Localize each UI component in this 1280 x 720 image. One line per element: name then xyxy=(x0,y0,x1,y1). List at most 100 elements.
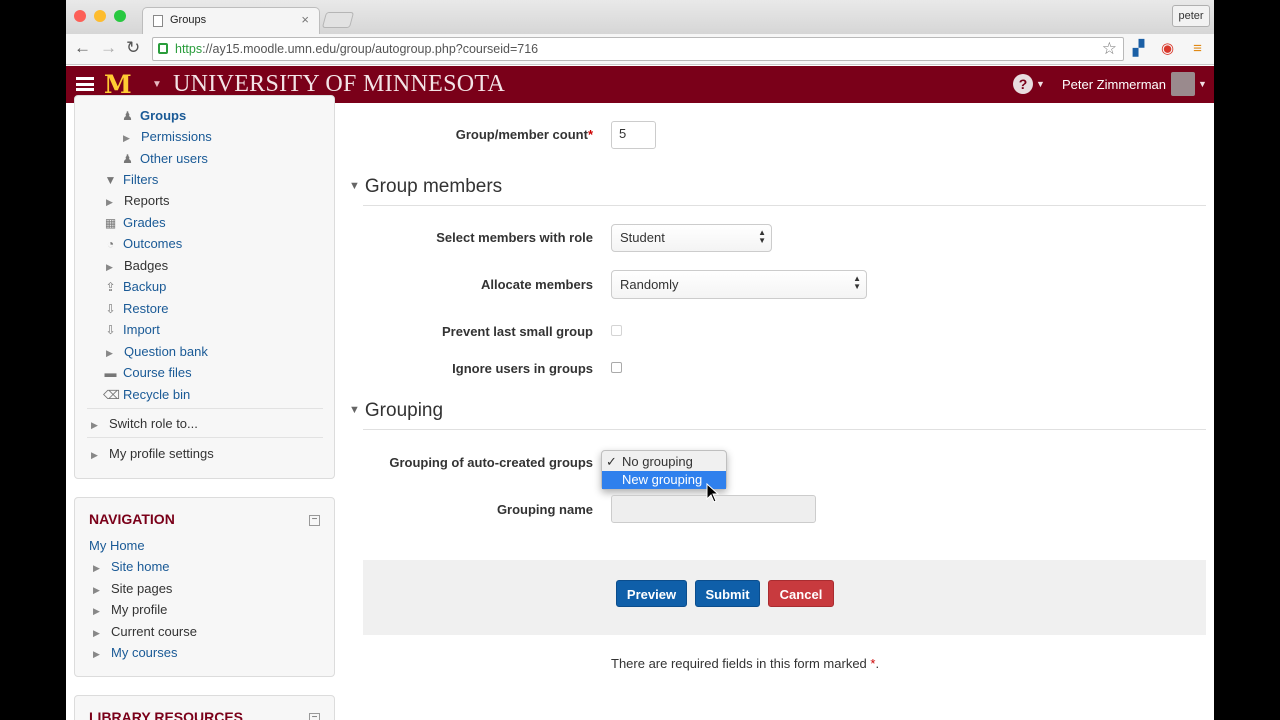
sidebar-item-course-files[interactable]: ▬ Course files xyxy=(103,363,192,383)
grades-icon: ▦ xyxy=(104,216,117,230)
divider xyxy=(87,408,323,409)
import-icon: ⇩ xyxy=(105,323,116,337)
library-resources-block: LIBRARY RESOURCES − xyxy=(74,695,335,720)
nav-site-home[interactable]: ▶ Site home xyxy=(93,557,170,577)
extension-icon[interactable]: ▞ xyxy=(1130,40,1147,57)
new-tab-button[interactable] xyxy=(321,12,355,28)
expand-arrow-icon: ▶ xyxy=(93,649,100,659)
divider xyxy=(87,437,323,438)
administration-block: ♟ Groups ▶ Permissions ♟ Other users ▼ Filte… xyxy=(74,95,335,479)
university-wordmark[interactable]: UNIVERSITY OF MINNESOTA xyxy=(173,71,505,98)
divider xyxy=(363,429,1206,430)
profile-button[interactable]: peter xyxy=(1172,5,1210,27)
user-menu-chevron-icon[interactable]: ▼ xyxy=(1198,79,1207,89)
bookmark-star-icon[interactable]: ☆ xyxy=(1102,39,1117,59)
allocate-members-select[interactable]: Randomly ▲ ▼ xyxy=(611,270,867,299)
nav-site-pages[interactable]: ▶ Site pages xyxy=(93,579,172,599)
user-icon: ♟ xyxy=(122,152,133,166)
tab-bar: Groups × peter xyxy=(66,0,1214,34)
folder-icon: ▬ xyxy=(104,366,117,380)
sidebar-item-restore[interactable]: ⇩ Restore xyxy=(103,299,168,319)
opera-extension-icon[interactable]: ◉ xyxy=(1159,40,1176,57)
sidebar-item-backup[interactable]: ⇪ Backup xyxy=(103,277,166,297)
sidebar-item-recycle-bin[interactable]: ⌫ Recycle bin xyxy=(103,385,190,405)
sidebar-item-permissions[interactable]: ▶ Permissions xyxy=(123,127,212,147)
expand-arrow-icon: ▶ xyxy=(93,585,100,595)
chevron-down-icon[interactable]: ▼ xyxy=(152,79,162,90)
expand-arrow-icon: ▶ xyxy=(93,628,100,638)
address-bar[interactable]: https://ay15.moodle.umn.edu/group/autogr… xyxy=(152,37,1124,61)
hamburger-menu-icon[interactable] xyxy=(76,77,94,91)
expand-arrow-icon: ▶ xyxy=(106,262,113,272)
mouse-cursor-icon xyxy=(706,483,720,503)
grouping-auto-label: Grouping of auto-created groups xyxy=(389,455,593,470)
option-no-grouping[interactable]: ✓ No grouping xyxy=(602,453,726,471)
section-grouping[interactable]: ▼ Grouping xyxy=(349,400,443,422)
expand-arrow-icon: ▶ xyxy=(123,133,130,143)
expand-arrow-icon: ▶ xyxy=(91,420,98,430)
nav-my-profile[interactable]: ▶ My profile xyxy=(93,600,167,620)
help-chevron-icon[interactable]: ▼ xyxy=(1036,79,1045,89)
url-text: https://ay15.moodle.umn.edu/group/autogr… xyxy=(175,42,539,56)
sidebar-item-badges[interactable]: ▶ Badges xyxy=(106,256,168,276)
select-role-label: Select members with role xyxy=(436,230,593,245)
navigation-block: NAVIGATION − My Home ▶ Site home ▶ Site pa… xyxy=(74,497,335,677)
backup-icon: ⇪ xyxy=(105,280,116,294)
section-group-members[interactable]: ▼ Group members xyxy=(349,176,502,198)
forward-icon[interactable]: → xyxy=(100,38,117,58)
divider xyxy=(363,205,1206,206)
sidebar-item-profile-settings[interactable]: ▶ My profile settings xyxy=(91,444,214,464)
collapse-block-icon[interactable]: − xyxy=(309,713,320,720)
expand-arrow-icon: ▶ xyxy=(93,563,100,573)
nav-current-course[interactable]: ▶ Current course xyxy=(93,622,197,642)
screen-border-left xyxy=(0,0,66,720)
prevent-small-group-label: Prevent last small group xyxy=(442,324,593,339)
expand-arrow-icon: ▶ xyxy=(93,606,100,616)
expand-arrow-icon: ▶ xyxy=(106,197,113,207)
sidebar-item-reports[interactable]: ▶ Reports xyxy=(106,191,170,211)
outcomes-icon: ◔ xyxy=(106,237,115,251)
ignore-users-checkbox[interactable] xyxy=(611,362,622,373)
browser-toolbar: ← → ↻ https://ay15.moodle.umn.edu/group/… xyxy=(66,34,1214,65)
sidebar-item-outcomes[interactable]: ◔ Outcomes xyxy=(103,234,182,254)
tab-groups[interactable]: Groups × xyxy=(142,7,320,34)
nav-my-courses[interactable]: ▶ My courses xyxy=(93,643,177,663)
tab-close-icon[interactable]: × xyxy=(301,12,309,27)
browser-window: Groups × peter ← → ↻ https://ay15.moodle… xyxy=(66,0,1214,720)
zoom-window-button[interactable] xyxy=(114,10,126,22)
close-window-button[interactable] xyxy=(74,10,86,22)
avatar[interactable] xyxy=(1171,72,1195,96)
help-icon[interactable]: ? xyxy=(1013,74,1033,94)
cancel-button[interactable]: Cancel xyxy=(768,580,834,607)
collapse-section-icon: ▼ xyxy=(349,180,360,192)
sidebar-item-groups[interactable]: ♟ Groups xyxy=(120,106,186,126)
select-arrows-icon: ▲ ▼ xyxy=(853,274,861,291)
user-name[interactable]: Peter Zimmerman xyxy=(1062,77,1166,92)
preview-button[interactable]: Preview xyxy=(616,580,687,607)
page-content: ♟ Groups ▶ Permissions ♟ Other users ▼ Filte… xyxy=(66,95,1214,720)
recycle-icon: ⌫ xyxy=(103,388,120,402)
page-icon xyxy=(153,15,163,27)
sidebar-item-grades[interactable]: ▦ Grades xyxy=(103,213,166,233)
expand-arrow-icon: ▶ xyxy=(91,450,98,460)
nav-my-home[interactable]: My Home xyxy=(89,536,145,556)
prevent-small-group-checkbox[interactable] xyxy=(611,325,622,336)
sidebar-item-filters[interactable]: ▼ Filters xyxy=(103,170,159,190)
grouping-name-label: Grouping name xyxy=(496,502,593,517)
menu-icon[interactable]: ≡ xyxy=(1189,40,1206,57)
sidebar-item-question-bank[interactable]: ▶ Question bank xyxy=(106,342,208,362)
role-select[interactable]: Student ▲ ▼ xyxy=(611,224,772,252)
collapse-block-icon[interactable]: − xyxy=(309,515,320,526)
minimize-window-button[interactable] xyxy=(94,10,106,22)
checkmark-icon: ✓ xyxy=(606,454,617,469)
reload-icon[interactable]: ↻ xyxy=(126,38,140,58)
sidebar-item-import[interactable]: ⇩ Import xyxy=(103,320,159,340)
submit-button[interactable]: Submit xyxy=(695,580,760,607)
sidebar-item-switch-role[interactable]: ▶ Switch role to... xyxy=(91,414,198,434)
library-resources-title: LIBRARY RESOURCES xyxy=(89,709,244,720)
sidebar-item-other-users[interactable]: ♟ Other users xyxy=(120,149,208,169)
group-member-count-input[interactable]: 5 xyxy=(611,121,656,149)
select-arrows-icon: ▲ ▼ xyxy=(758,228,766,245)
back-icon[interactable]: ← xyxy=(74,38,91,58)
filter-icon: ▼ xyxy=(104,173,117,187)
